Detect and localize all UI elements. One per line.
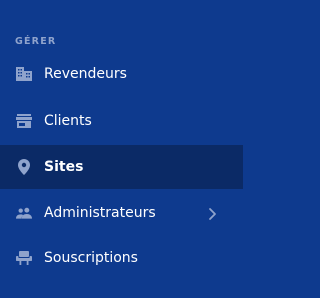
sidebar-item-label: Souscriptions xyxy=(44,250,138,266)
seat-icon xyxy=(16,250,32,266)
sidebar-item-label: Administrateurs xyxy=(44,205,156,221)
building-icon xyxy=(16,66,32,82)
sidebar-item-sites[interactable]: Sites xyxy=(0,145,243,189)
sidebar: GÉRER Revendeurs Clients Sites Administr… xyxy=(0,0,243,298)
location-pin-icon xyxy=(16,159,32,175)
sidebar-item-label: Sites xyxy=(44,159,84,175)
sidebar-item-administrateurs[interactable]: Administrateurs xyxy=(0,191,243,235)
section-label: GÉRER xyxy=(15,36,57,47)
sidebar-item-clients[interactable]: Clients xyxy=(0,99,243,143)
sidebar-item-label: Clients xyxy=(44,113,92,129)
sidebar-item-label: Revendeurs xyxy=(44,66,127,82)
sidebar-item-revendeurs[interactable]: Revendeurs xyxy=(0,52,243,96)
store-icon xyxy=(16,113,32,129)
sidebar-item-souscriptions[interactable]: Souscriptions xyxy=(0,236,243,280)
people-icon xyxy=(16,205,32,221)
chevron-right-icon[interactable] xyxy=(205,206,219,220)
